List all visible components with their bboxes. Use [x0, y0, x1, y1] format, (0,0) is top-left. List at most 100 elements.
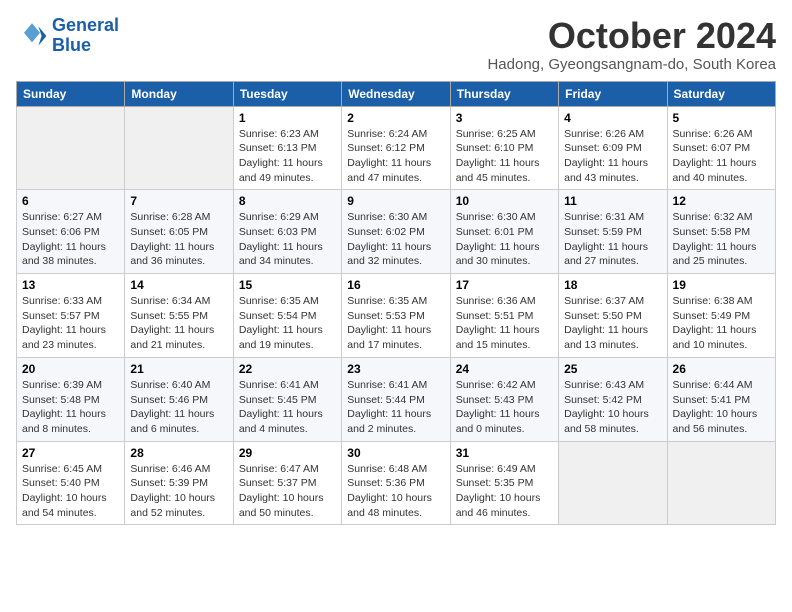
calendar-cell: 10 Sunrise: 6:30 AM Sunset: 6:01 PM Dayli… — [450, 190, 558, 274]
cell-content: Sunrise: 6:40 AM Sunset: 5:46 PM Dayligh… — [130, 378, 227, 437]
day-number: 27 — [22, 446, 119, 460]
day-number: 9 — [347, 194, 444, 208]
calendar-header-monday: Monday — [125, 81, 233, 106]
cell-content: Sunrise: 6:30 AM Sunset: 6:02 PM Dayligh… — [347, 210, 444, 269]
day-number: 20 — [22, 362, 119, 376]
month-title: October 2024 — [487, 16, 776, 56]
calendar-cell: 19 Sunrise: 6:38 AM Sunset: 5:49 PM Dayli… — [667, 274, 775, 358]
day-number: 28 — [130, 446, 227, 460]
calendar-week-1: 1Sunrise: 6:23 AM Sunset: 6:13 PM Daylig… — [17, 106, 776, 190]
day-number: 26 — [673, 362, 770, 376]
day-number: 2 — [347, 111, 444, 125]
calendar-cell: 28 Sunrise: 6:46 AM Sunset: 5:39 PM Dayli… — [125, 441, 233, 525]
day-number: 5 — [673, 111, 770, 125]
calendar-cell: 16Sunrise: 6:35 AM Sunset: 5:53 PM Dayli… — [342, 274, 450, 358]
day-number: 29 — [239, 446, 336, 460]
calendar-cell: 9 Sunrise: 6:30 AM Sunset: 6:02 PM Daylig… — [342, 190, 450, 274]
cell-content: Sunrise: 6:38 AM Sunset: 5:49 PM Dayligh… — [673, 294, 770, 353]
calendar-cell: 27Sunrise: 6:45 AM Sunset: 5:40 PM Dayli… — [17, 441, 125, 525]
day-number: 31 — [456, 446, 553, 460]
calendar-cell — [559, 441, 667, 525]
calendar-cell: 20 Sunrise: 6:39 AM Sunset: 5:48 PM Dayli… — [17, 357, 125, 441]
calendar-cell: 25 Sunrise: 6:43 AM Sunset: 5:42 PM Dayli… — [559, 357, 667, 441]
cell-content: Sunrise: 6:33 AM Sunset: 5:57 PM Dayligh… — [22, 294, 119, 353]
calendar-cell: 23 Sunrise: 6:41 AM Sunset: 5:44 PM Dayli… — [342, 357, 450, 441]
cell-content: Sunrise: 6:48 AM Sunset: 5:36 PM Dayligh… — [347, 462, 444, 521]
calendar-cell: 24Sunrise: 6:42 AM Sunset: 5:43 PM Dayli… — [450, 357, 558, 441]
day-number: 25 — [564, 362, 661, 376]
calendar-table: SundayMondayTuesdayWednesdayThursdayFrid… — [16, 81, 776, 526]
day-number: 4 — [564, 111, 661, 125]
day-number: 17 — [456, 278, 553, 292]
cell-content: Sunrise: 6:29 AM Sunset: 6:03 PM Dayligh… — [239, 210, 336, 269]
cell-content: Sunrise: 6:36 AM Sunset: 5:51 PM Dayligh… — [456, 294, 553, 353]
calendar-header-friday: Friday — [559, 81, 667, 106]
calendar-week-2: 6Sunrise: 6:27 AM Sunset: 6:06 PM Daylig… — [17, 190, 776, 274]
day-number: 19 — [673, 278, 770, 292]
day-number: 21 — [130, 362, 227, 376]
calendar-week-5: 27Sunrise: 6:45 AM Sunset: 5:40 PM Dayli… — [17, 441, 776, 525]
calendar-cell — [125, 106, 233, 190]
cell-content: Sunrise: 6:41 AM Sunset: 5:44 PM Dayligh… — [347, 378, 444, 437]
day-number: 16 — [347, 278, 444, 292]
cell-content: Sunrise: 6:31 AM Sunset: 5:59 PM Dayligh… — [564, 210, 661, 269]
location-subtitle: Hadong, Gyeongsangnam-do, South Korea — [487, 56, 776, 73]
cell-content: Sunrise: 6:30 AM Sunset: 6:01 PM Dayligh… — [456, 210, 553, 269]
cell-content: Sunrise: 6:44 AM Sunset: 5:41 PM Dayligh… — [673, 378, 770, 437]
logo-text: General Blue — [52, 16, 119, 56]
calendar-cell: 1Sunrise: 6:23 AM Sunset: 6:13 PM Daylig… — [233, 106, 341, 190]
cell-content: Sunrise: 6:26 AM Sunset: 6:07 PM Dayligh… — [673, 127, 770, 186]
calendar-cell: 18Sunrise: 6:37 AM Sunset: 5:50 PM Dayli… — [559, 274, 667, 358]
calendar-cell: 31 Sunrise: 6:49 AM Sunset: 5:35 PM Dayli… — [450, 441, 558, 525]
calendar-week-4: 20 Sunrise: 6:39 AM Sunset: 5:48 PM Dayli… — [17, 357, 776, 441]
day-number: 30 — [347, 446, 444, 460]
calendar-cell: 3Sunrise: 6:25 AM Sunset: 6:10 PM Daylig… — [450, 106, 558, 190]
calendar-body: 1Sunrise: 6:23 AM Sunset: 6:13 PM Daylig… — [17, 106, 776, 525]
calendar-cell: 17 Sunrise: 6:36 AM Sunset: 5:51 PM Dayli… — [450, 274, 558, 358]
cell-content: Sunrise: 6:23 AM Sunset: 6:13 PM Dayligh… — [239, 127, 336, 186]
cell-content: Sunrise: 6:28 AM Sunset: 6:05 PM Dayligh… — [130, 210, 227, 269]
calendar-cell — [667, 441, 775, 525]
calendar-header-thursday: Thursday — [450, 81, 558, 106]
cell-content: Sunrise: 6:47 AM Sunset: 5:37 PM Dayligh… — [239, 462, 336, 521]
cell-content: Sunrise: 6:43 AM Sunset: 5:42 PM Dayligh… — [564, 378, 661, 437]
calendar-header-saturday: Saturday — [667, 81, 775, 106]
calendar-cell: 7 Sunrise: 6:28 AM Sunset: 6:05 PM Daylig… — [125, 190, 233, 274]
calendar-header-row: SundayMondayTuesdayWednesdayThursdayFrid… — [17, 81, 776, 106]
day-number: 14 — [130, 278, 227, 292]
calendar-cell: 12Sunrise: 6:32 AM Sunset: 5:58 PM Dayli… — [667, 190, 775, 274]
day-number: 13 — [22, 278, 119, 292]
day-number: 7 — [130, 194, 227, 208]
logo: General Blue — [16, 16, 119, 56]
cell-content: Sunrise: 6:41 AM Sunset: 5:45 PM Dayligh… — [239, 378, 336, 437]
page-header: General Blue October 2024 Hadong, Gyeong… — [16, 16, 776, 73]
calendar-cell: 21 Sunrise: 6:40 AM Sunset: 5:46 PM Dayli… — [125, 357, 233, 441]
logo-line2: Blue — [52, 35, 91, 55]
calendar-cell: 29 Sunrise: 6:47 AM Sunset: 5:37 PM Dayli… — [233, 441, 341, 525]
calendar-cell: 6Sunrise: 6:27 AM Sunset: 6:06 PM Daylig… — [17, 190, 125, 274]
day-number: 18 — [564, 278, 661, 292]
cell-content: Sunrise: 6:42 AM Sunset: 5:43 PM Dayligh… — [456, 378, 553, 437]
logo-icon — [16, 20, 48, 52]
calendar-cell: 14 Sunrise: 6:34 AM Sunset: 5:55 PM Dayli… — [125, 274, 233, 358]
calendar-cell: 2Sunrise: 6:24 AM Sunset: 6:12 PM Daylig… — [342, 106, 450, 190]
calendar-cell: 30 Sunrise: 6:48 AM Sunset: 5:36 PM Dayli… — [342, 441, 450, 525]
cell-content: Sunrise: 6:49 AM Sunset: 5:35 PM Dayligh… — [456, 462, 553, 521]
cell-content: Sunrise: 6:46 AM Sunset: 5:39 PM Dayligh… — [130, 462, 227, 521]
day-number: 8 — [239, 194, 336, 208]
day-number: 10 — [456, 194, 553, 208]
cell-content: Sunrise: 6:25 AM Sunset: 6:10 PM Dayligh… — [456, 127, 553, 186]
day-number: 22 — [239, 362, 336, 376]
cell-content: Sunrise: 6:26 AM Sunset: 6:09 PM Dayligh… — [564, 127, 661, 186]
calendar-header-wednesday: Wednesday — [342, 81, 450, 106]
cell-content: Sunrise: 6:34 AM Sunset: 5:55 PM Dayligh… — [130, 294, 227, 353]
day-number: 23 — [347, 362, 444, 376]
calendar-cell: 4 Sunrise: 6:26 AM Sunset: 6:09 PM Daylig… — [559, 106, 667, 190]
day-number: 15 — [239, 278, 336, 292]
cell-content: Sunrise: 6:39 AM Sunset: 5:48 PM Dayligh… — [22, 378, 119, 437]
calendar-cell: 5 Sunrise: 6:26 AM Sunset: 6:07 PM Daylig… — [667, 106, 775, 190]
calendar-header-sunday: Sunday — [17, 81, 125, 106]
calendar-header-tuesday: Tuesday — [233, 81, 341, 106]
calendar-week-3: 13 Sunrise: 6:33 AM Sunset: 5:57 PM Dayli… — [17, 274, 776, 358]
cell-content: Sunrise: 6:35 AM Sunset: 5:54 PM Dayligh… — [239, 294, 336, 353]
